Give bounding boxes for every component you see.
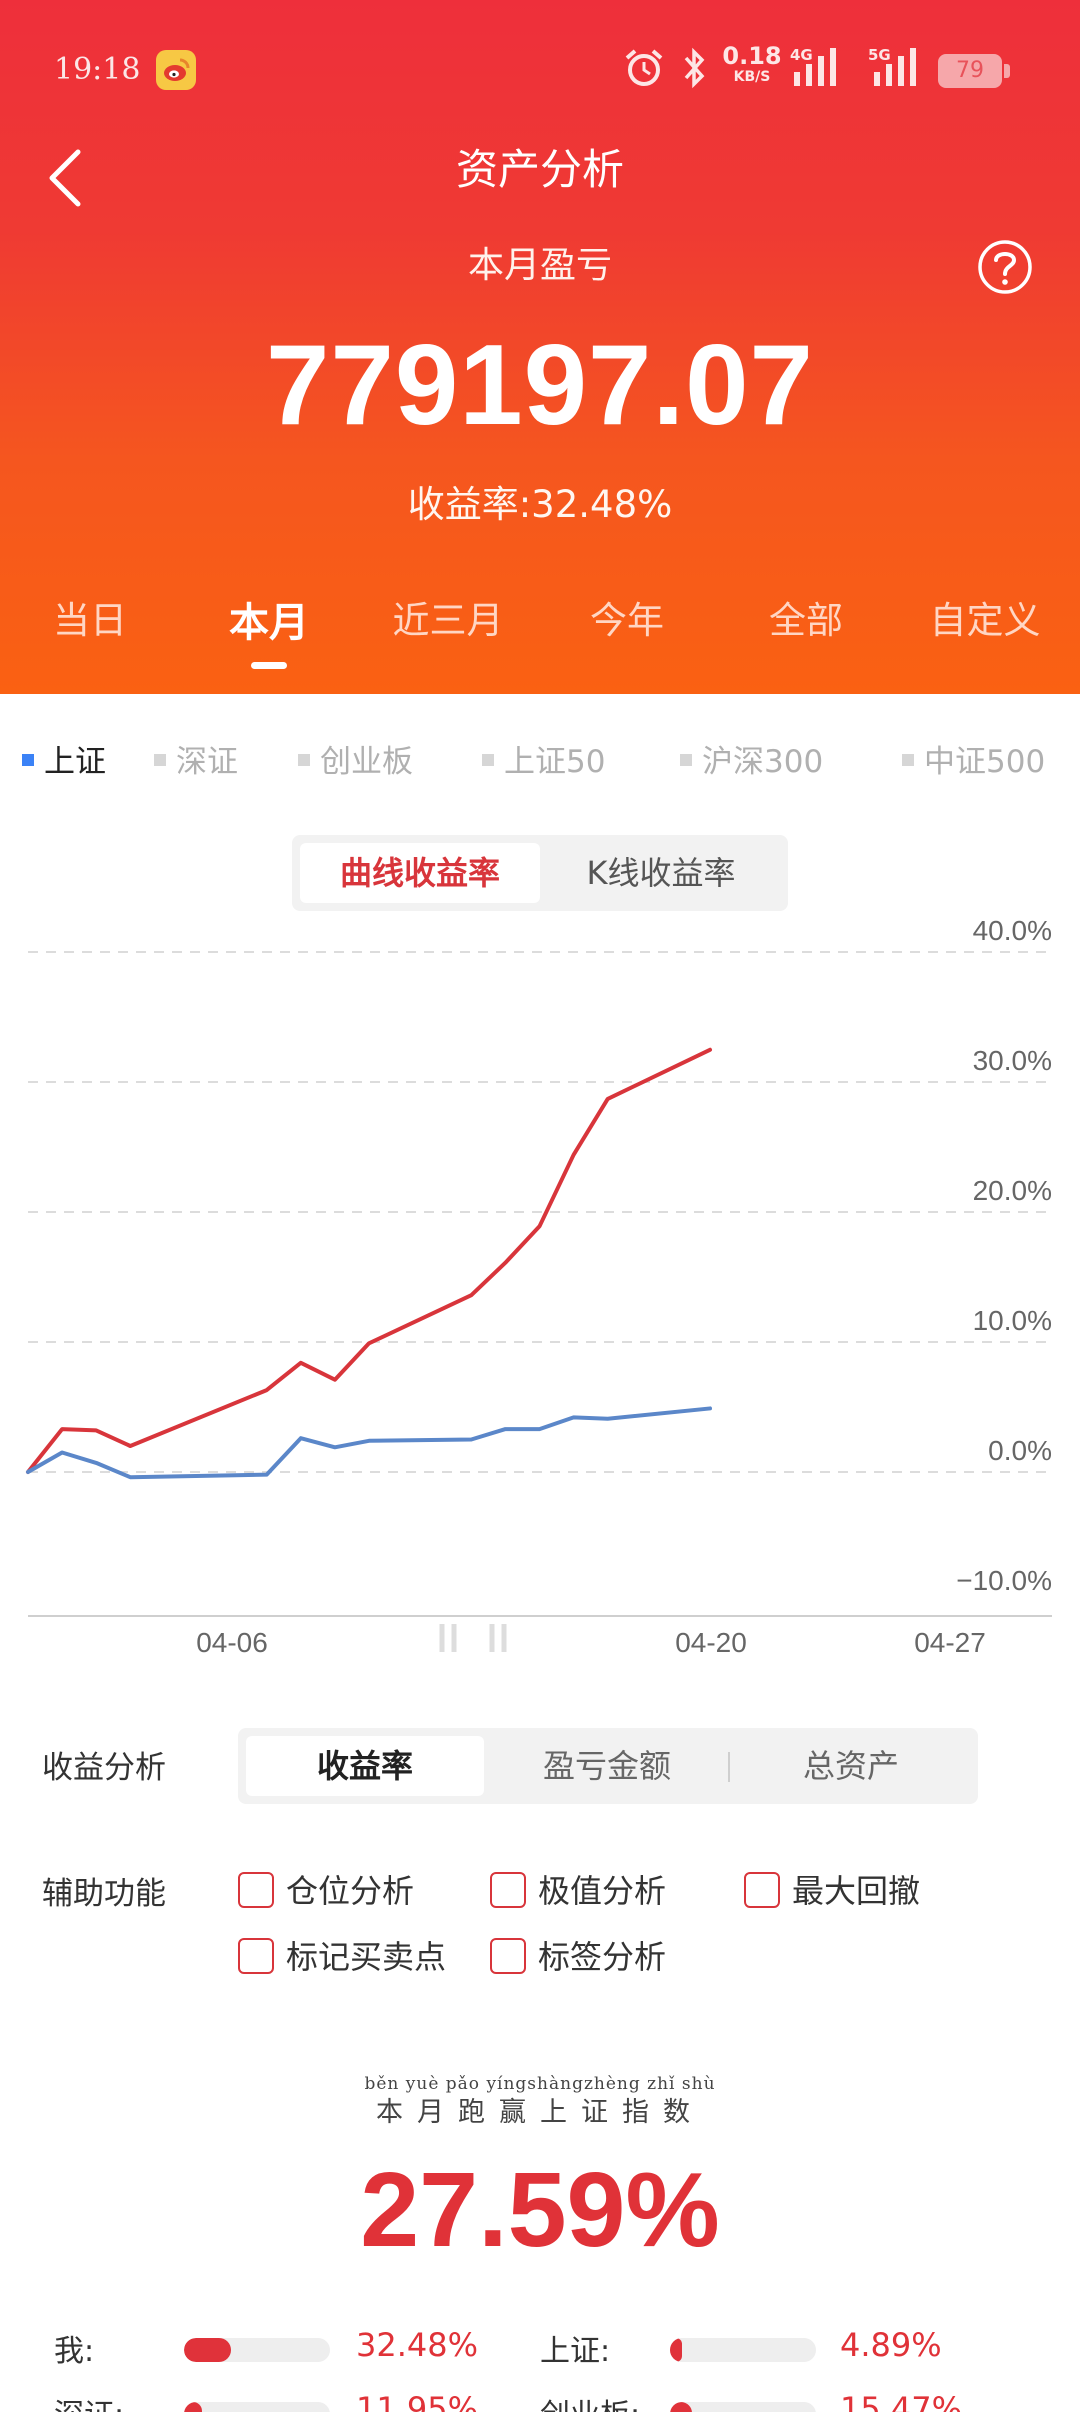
portfolio-return-line — [26, 1047, 712, 1474]
extreme-analysis-checkbox[interactable]: 极值分析 — [490, 1866, 666, 1912]
max-drawdown-checkbox[interactable]: 最大回撤 — [744, 1866, 920, 1912]
comparison-bar-fill — [184, 2338, 231, 2362]
comparison-szse: 深证: 11.95% — [54, 2390, 514, 2412]
kline-return-button[interactable]: K线收益率 — [542, 843, 780, 903]
period-tabs: 当日 本月 近三月 今年 全部 自定义 — [0, 590, 1080, 680]
y-tick-label: −10.0% — [956, 1565, 1052, 1596]
index-chinext[interactable]: 创业板 — [298, 736, 413, 781]
comparison-name: 深证: — [54, 2390, 124, 2412]
pl-label: 本月盈亏 — [467, 245, 612, 286]
weibo-app-icon — [156, 50, 196, 90]
pl-value: 779197.07 — [266, 322, 814, 449]
comparison-value: 15.47% — [840, 2390, 963, 2412]
x-tick-label: 04-20 — [675, 1627, 747, 1658]
index-selector: 上证 深证 创业板 上证50 沪深300 中证500 — [0, 736, 1080, 786]
y-tick-label: 10.0% — [973, 1305, 1052, 1336]
tab-pl-amount[interactable]: 盈亏金额 — [488, 1736, 726, 1796]
analysis-label: 收益分析 — [42, 1750, 166, 1786]
status-time: 19:18 — [54, 52, 141, 87]
header: 19:18 0.18 KB/S 4G 5G 79 资产分析 本月盈亏 77919… — [0, 0, 1080, 694]
comparison-chinext: 创业板: 15.47% — [540, 2390, 1040, 2412]
y-tick-label: 30.0% — [973, 1045, 1052, 1076]
tab-this-year[interactable]: 今年 — [537, 590, 717, 644]
position-analysis-checkbox[interactable]: 仓位分析 — [238, 1866, 414, 1912]
index-szse[interactable]: 深证 — [154, 736, 238, 781]
index-sse[interactable]: 上证 — [22, 736, 106, 781]
return-rate: 收益率:32.48% — [407, 483, 673, 526]
comparison-bar — [184, 2402, 330, 2412]
tab-custom[interactable]: 自定义 — [895, 590, 1075, 644]
y-tick-label: 20.0% — [973, 1175, 1052, 1206]
trade-points-checkbox[interactable]: 标记买卖点 — [238, 1932, 446, 1978]
signal-5g-icon — [874, 48, 916, 86]
active-tab-indicator — [251, 662, 287, 669]
comparison-bar-fill — [670, 2338, 682, 2362]
tab-return-rate[interactable]: 收益率 — [246, 1736, 484, 1796]
comparison-value: 32.48% — [356, 2326, 479, 2364]
comparison-value: 11.95% — [356, 2390, 479, 2412]
page-title: 资产分析 — [455, 145, 624, 194]
comparison-name: 创业板: — [540, 2390, 640, 2412]
comparison-bar-fill — [184, 2402, 202, 2412]
comparison-bar — [670, 2402, 816, 2412]
battery-icon: 79 — [938, 54, 1010, 88]
return-chart[interactable]: 40.0% 30.0% 20.0% 10.0% 0.0% −10.0% 04-06 04-20… — [0, 900, 1080, 1680]
index-sse50[interactable]: 上证50 — [482, 736, 605, 781]
index-return-line — [26, 1406, 712, 1480]
tab-today[interactable]: 当日 — [0, 590, 180, 644]
comparison-bar-fill — [670, 2402, 692, 2412]
comparison-bar — [670, 2338, 816, 2362]
tab-this-month[interactable]: 本月 — [179, 590, 359, 648]
tab-all[interactable]: 全部 — [716, 590, 896, 644]
x-tick-label: 04-06 — [196, 1627, 268, 1658]
tag-analysis-checkbox[interactable]: 标签分析 — [490, 1932, 666, 1978]
comparison-me: 我: 32.48% — [54, 2326, 514, 2376]
outperform-value: 27.59% — [360, 2151, 720, 2269]
comparison-sse: 上证: 4.89% — [540, 2326, 1040, 2376]
tab-total-assets[interactable]: 总资产 — [732, 1736, 970, 1796]
analysis-tabs: 收益率 盈亏金额 总资产 — [238, 1728, 978, 1804]
signal-4g-icon — [794, 48, 836, 86]
y-tick-label: 40.0% — [973, 915, 1052, 946]
x-tick-label: 04-27 — [914, 1627, 986, 1658]
tab-divider — [728, 1752, 730, 1782]
y-tick-label: 0.0% — [988, 1435, 1052, 1466]
outperform-label: 本月跑赢上证指数 — [376, 2097, 704, 2128]
index-csi300[interactable]: 沪深300 — [680, 736, 823, 781]
aux-label: 辅助功能 — [42, 1876, 166, 1912]
curve-return-button[interactable]: 曲线收益率 — [300, 843, 540, 903]
network-speed: 0.18 KB/S — [722, 42, 782, 85]
comparison-name: 我: — [54, 2334, 95, 2369]
bluetooth-icon — [684, 47, 705, 89]
alarm-icon — [625, 49, 663, 86]
help-icon[interactable] — [976, 238, 1034, 296]
status-bar: 19:18 0.18 KB/S 4G 5G 79 — [0, 0, 1080, 140]
index-csi500[interactable]: 中证500 — [902, 736, 1045, 781]
comparison-name: 上证: — [540, 2334, 611, 2369]
comparison-bar — [184, 2338, 330, 2362]
comparison-value: 4.89% — [840, 2326, 942, 2364]
tab-last-3-months[interactable]: 近三月 — [358, 590, 538, 644]
